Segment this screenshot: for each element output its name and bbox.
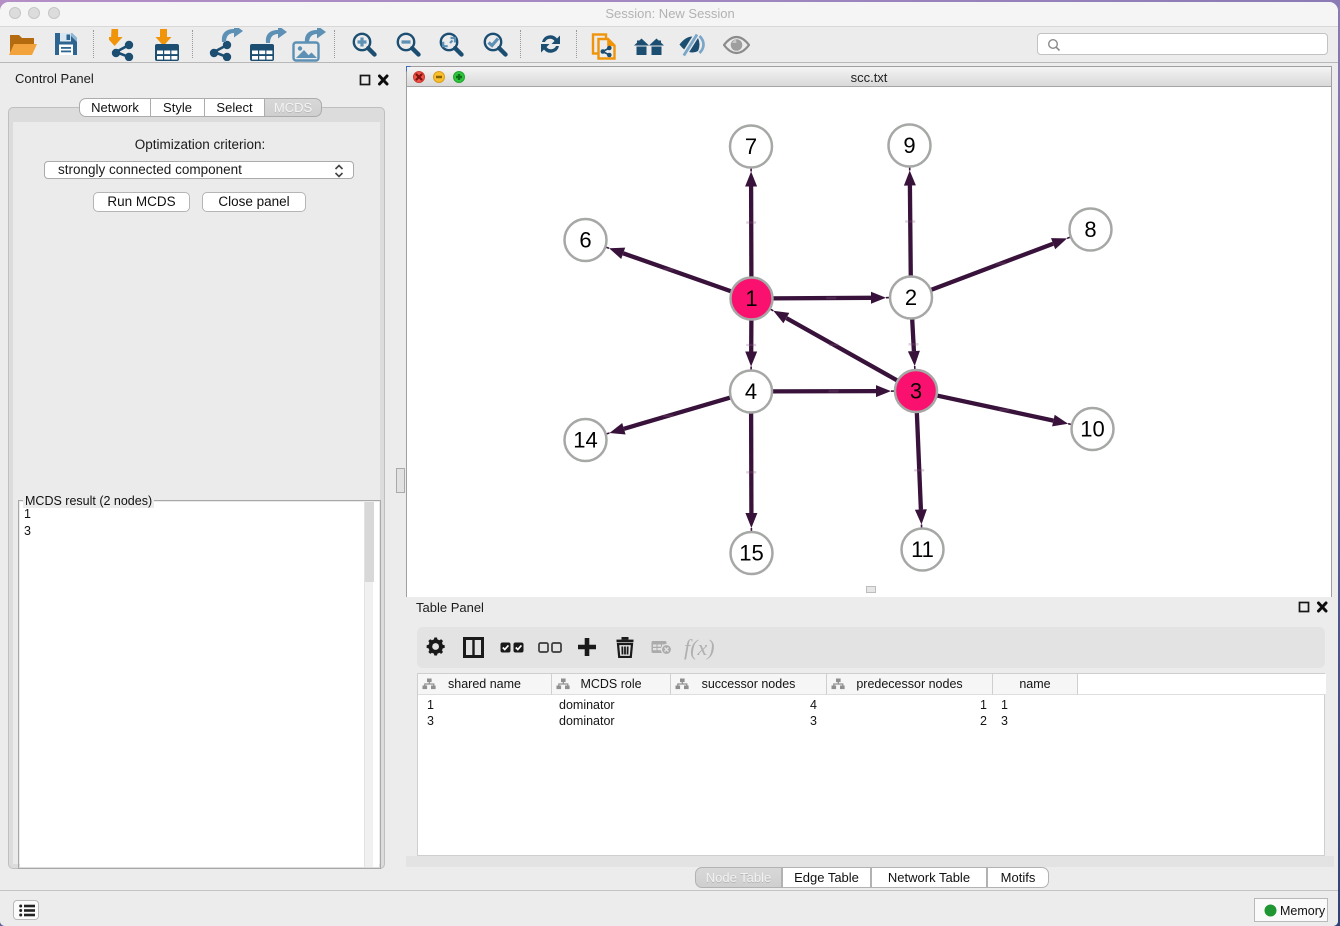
svg-text:4: 4 [745,379,757,404]
svg-text:2: 2 [905,285,917,310]
svg-text:14: 14 [573,428,597,453]
svg-text:6: 6 [579,228,591,253]
svg-text:3: 3 [910,379,922,404]
svg-text:8: 8 [1084,217,1096,242]
svg-text:f(x): f(x) [684,637,715,660]
svg-text:7: 7 [745,134,757,159]
svg-text:1: 1 [745,286,757,311]
svg-text:10: 10 [1080,417,1104,442]
svg-text:9: 9 [903,133,915,158]
svg-text:15: 15 [739,541,763,566]
svg-text:11: 11 [911,537,934,562]
